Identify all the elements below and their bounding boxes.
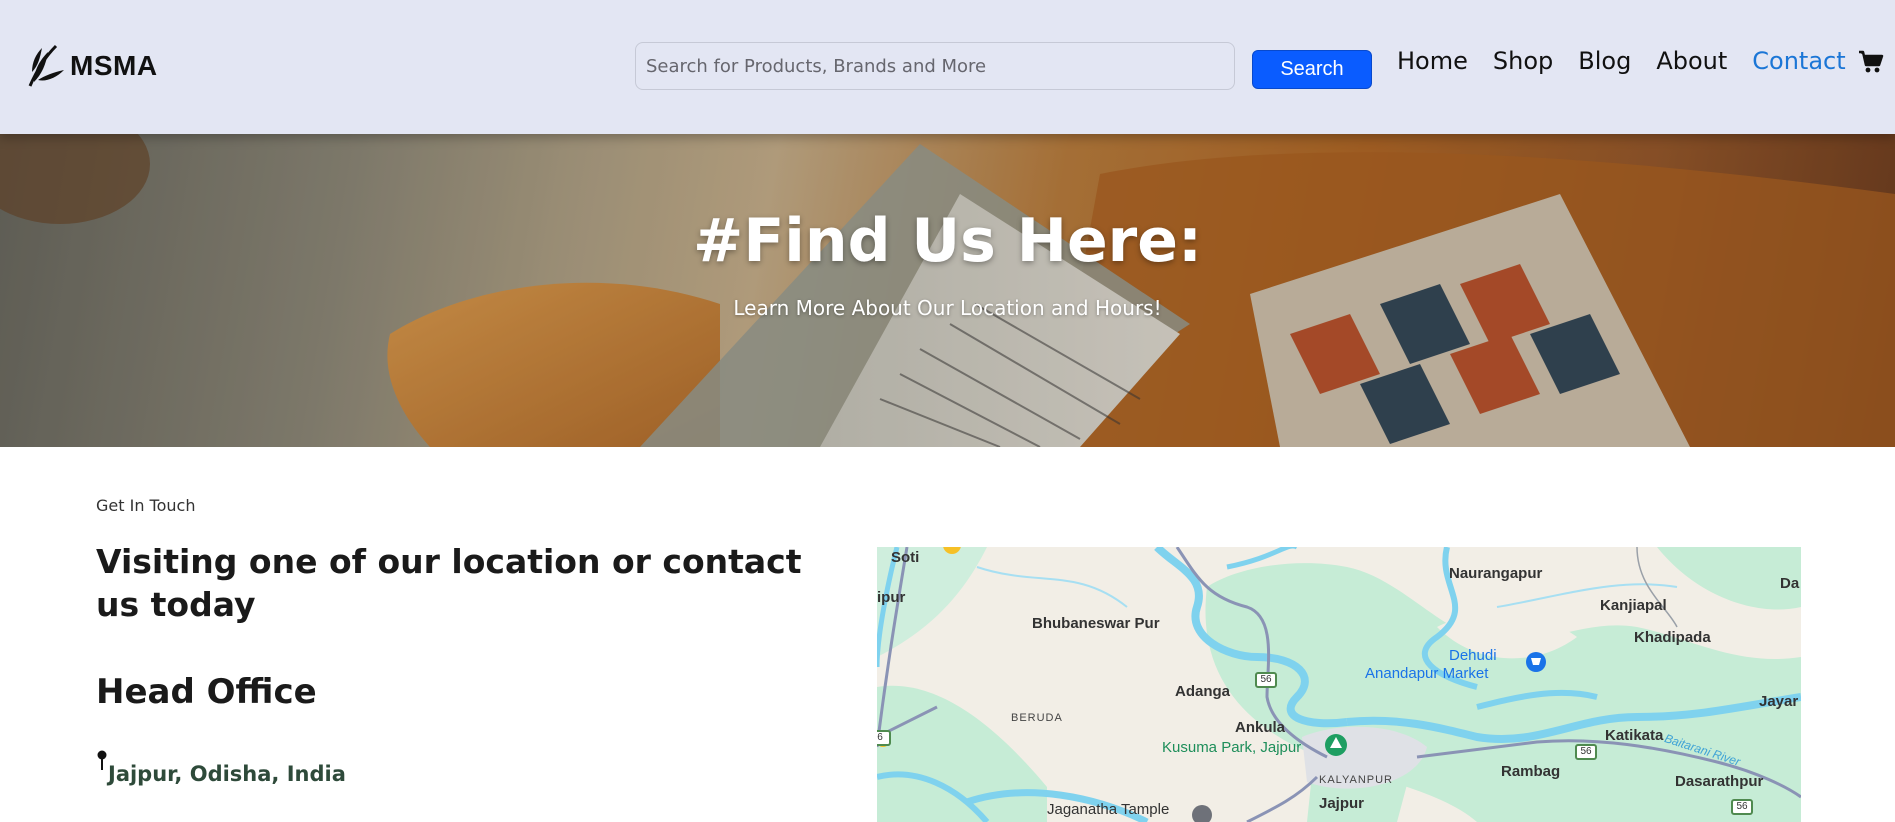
section-heading: Visiting one of our location or contact … xyxy=(96,542,802,624)
map-place-label: Jajpur xyxy=(1319,795,1365,812)
map-place-label: Khadipada xyxy=(1634,629,1711,646)
road-shield: 56 xyxy=(1255,672,1277,688)
location-text: Jajpur, Odisha, India xyxy=(108,762,346,786)
map-place-label: Dasarathpur xyxy=(1675,773,1764,790)
hero-title: #Find Us Here: xyxy=(693,206,1202,276)
nav-blog[interactable]: Blog xyxy=(1578,47,1631,75)
hero-subtitle: Learn More About Our Location and Hours! xyxy=(733,296,1162,320)
map-place-label: Soti xyxy=(891,549,920,566)
map-poi-label: Jaganatha Tample xyxy=(1047,801,1170,818)
logo[interactable]: MSMA xyxy=(26,42,158,90)
logo-text: MSMA xyxy=(70,50,158,81)
map-poi-label: Kusuma Park, Jajpur xyxy=(1162,739,1302,756)
nav-home[interactable]: Home xyxy=(1397,47,1468,75)
map-poi-label: Anandapur Market xyxy=(1365,665,1489,682)
map-place-label: Bhubaneswar Pur xyxy=(1032,615,1160,632)
map-area-label: KALYANPUR xyxy=(1319,774,1394,786)
map-place-label: Adanga xyxy=(1175,683,1231,700)
office-location: Jajpur, Odisha, India xyxy=(96,750,346,786)
map-place-label: Katikata xyxy=(1605,727,1664,744)
map-place-label: Naurangapur xyxy=(1449,565,1543,582)
search-button[interactable]: Search xyxy=(1252,50,1372,89)
leaf-logo-icon xyxy=(28,44,64,87)
nav-shop[interactable]: Shop xyxy=(1493,47,1553,75)
hero-overlay xyxy=(0,134,1895,447)
map-place-label: ipur xyxy=(877,589,906,606)
location-map[interactable]: Soti ipur Bhubaneswar Pur Naurangapur Ka… xyxy=(877,547,1801,822)
main-nav: Home Shop Blog About Contact xyxy=(1397,47,1871,75)
nav-contact[interactable]: Contact xyxy=(1752,47,1845,75)
map-place-label: Ankula xyxy=(1235,719,1286,736)
map-place-label: Kanjiapal xyxy=(1600,597,1667,614)
nav-about[interactable]: About xyxy=(1656,47,1727,75)
section-eyebrow: Get In Touch xyxy=(96,496,196,515)
map-place-label: Rambag xyxy=(1501,763,1561,780)
map-place-label: Da xyxy=(1780,575,1800,592)
map-area-label: BERUDA xyxy=(1011,712,1063,724)
road-shield: 6 xyxy=(877,730,891,746)
map-place-label: Jayar xyxy=(1759,693,1799,710)
map-pin-icon xyxy=(97,750,107,770)
hero-banner: #Find Us Here: Learn More About Our Loca… xyxy=(0,134,1895,447)
map-poi-label: Dehudi xyxy=(1449,647,1497,664)
cart-icon[interactable] xyxy=(1858,50,1884,74)
road-shield: 56 xyxy=(1575,744,1597,760)
head-office-title: Head Office xyxy=(96,672,317,712)
site-header: MSMA Search Home Shop Blog About Contact xyxy=(0,0,1895,134)
road-shield: 56 xyxy=(1731,799,1753,815)
search-input[interactable] xyxy=(635,42,1235,90)
